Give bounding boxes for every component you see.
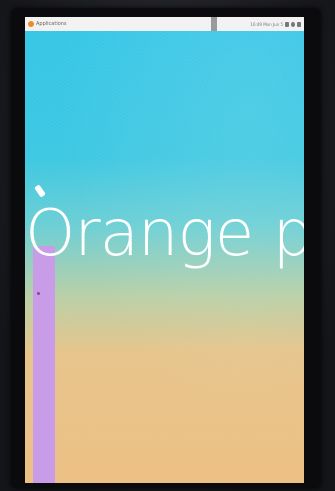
logo-accent-mark	[34, 184, 46, 198]
applications-menu-button[interactable]: Applications	[25, 17, 217, 31]
menu-logo-icon	[28, 21, 34, 27]
wallpaper-brand-text: Orange p	[25, 197, 304, 271]
side-panel[interactable]	[33, 246, 55, 483]
volume-icon[interactable]	[291, 21, 295, 27]
network-icon[interactable]	[285, 21, 289, 27]
system-tray: 16:49 Mon Jun 5	[217, 17, 304, 31]
power-icon[interactable]	[297, 21, 301, 27]
applications-menu-label: Applications	[36, 21, 67, 27]
top-panel: Applications 16:49 Mon Jun 5	[25, 17, 304, 31]
side-panel-handle[interactable]	[37, 292, 40, 295]
clock[interactable]: 16:49 Mon Jun 5	[250, 22, 283, 27]
desktop-screen: Applications 16:49 Mon Jun 5 Orange p	[25, 17, 304, 483]
